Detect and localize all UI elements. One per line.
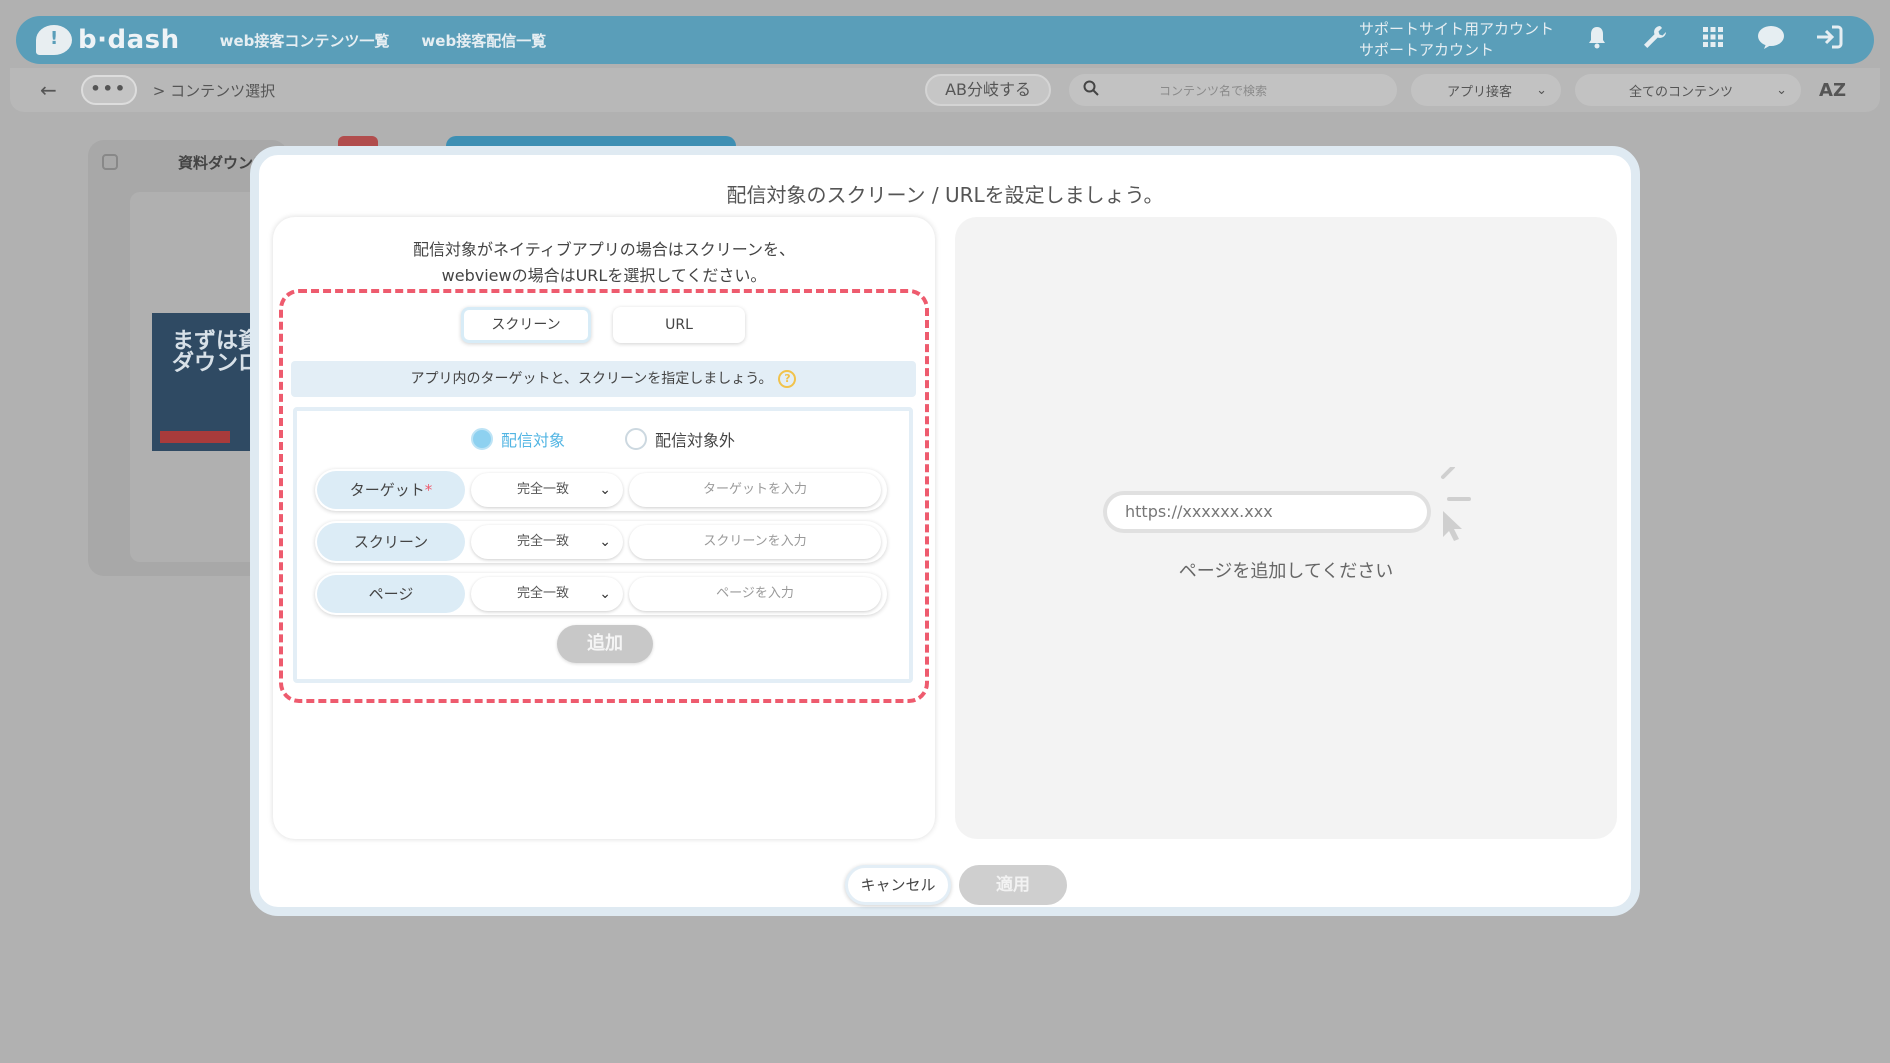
field-label-target: ターゲット* [317,471,465,509]
search-icon [1083,80,1099,101]
delivery-radio-group: 配信対象 配信対象外 [297,427,909,451]
logo[interactable]: b·dash [36,25,180,55]
help-icon[interactable]: ? [778,370,797,388]
screen-match-select[interactable]: 完全一致 ⌄ [471,525,623,559]
nav-web-content-list[interactable]: web接客コンテンツ一覧 [220,30,390,51]
screen-input[interactable]: スクリーンを入力 [629,525,881,559]
logo-text: b·dash [78,25,180,55]
description-line2: webviewの場合はURLを選択してください。 [441,266,767,285]
card-banner-image: まずは資 ダウンロ [152,313,260,451]
tab-screen[interactable]: スクリーン [461,307,591,343]
instruction-text: アプリ内のターゲットと、スクリーンを指定しましょう。 [410,371,773,387]
header-icons [1582,24,1844,57]
instruction-bar: アプリ内のターゲットと、スクリーンを指定しましょう。? [291,361,916,397]
logout-icon[interactable] [1814,24,1844,57]
back-arrow-icon[interactable]: ← [40,78,57,102]
sort-az-button[interactable]: AZ [1819,80,1846,101]
field-row-screen: スクリーン 完全一致 ⌄ スクリーンを入力 [315,521,887,563]
card-checkbox[interactable] [102,154,118,170]
target-match-value: 完全一致 [517,482,570,497]
radio-selected-icon [470,428,493,450]
tab-url[interactable]: URL [613,307,745,343]
page-match-value: 完全一致 [517,586,570,601]
account-line1: サポートサイト用アカウント [1358,20,1554,38]
banner-button [160,431,230,443]
account-info[interactable]: サポートサイト用アカウント サポートアカウント [1359,19,1554,61]
radio-deliver-target-label: 配信対象 [500,431,565,450]
radio-exclude-target[interactable]: 配信対象外 [625,427,735,451]
screen-match-value: 完全一致 [517,534,570,549]
cancel-button[interactable]: キャンセル [845,865,951,905]
search-input[interactable]: コンテンツ名で検索 [1069,74,1398,106]
url-preview-pill: https://xxxxxx.xxx [1103,491,1431,533]
content-filter-select[interactable]: 全てのコンテンツ ⌄ [1575,74,1802,106]
field-label-page: ページ [317,575,465,613]
more-button[interactable]: ••• [80,75,137,105]
radio-exclude-target-label: 配信対象外 [655,431,736,450]
screen-url-modal: 配信対象のスクリーン / URLを設定しましょう。 配信対象がネイティブアプリの… [250,146,1640,916]
cursor-click-icon [1441,467,1471,541]
empty-page-message: ページを追加してください [1178,561,1394,582]
chevron-down-icon: ⌄ [599,482,611,498]
page-input[interactable]: ページを入力 [629,577,881,611]
target-match-select[interactable]: 完全一致 ⌄ [471,473,623,507]
add-button[interactable]: 追加 [557,625,653,663]
panel-description: 配信対象がネイティブアプリの場合はスクリーンを、 webviewの場合はURLを… [273,237,935,289]
chevron-down-icon: ⌄ [1536,82,1548,98]
preview-panel: https://xxxxxx.xxx ページを追加してください [955,217,1617,839]
chevron-down-icon: ⌄ [599,534,611,550]
radio-deliver-target[interactable]: 配信対象 [470,427,565,451]
content-filter-select-value: 全てのコンテンツ [1629,84,1734,100]
breadcrumb: > コンテンツ選択 [152,81,276,100]
ab-branch-button[interactable]: AB分岐する [925,74,1052,106]
field-row-target: ターゲット* 完全一致 ⌄ ターゲットを入力 [315,469,887,511]
page-match-select[interactable]: 完全一致 ⌄ [471,577,623,611]
app-type-select-value: アプリ接客 [1447,84,1513,100]
target-input[interactable]: ターゲットを入力 [629,473,881,507]
radio-unselected-icon [625,428,647,450]
chat-icon[interactable] [1756,24,1786,57]
toolbar: ← ••• > コンテンツ選択 AB分岐する コンテンツ名で検索 アプリ接客 ⌄… [10,68,1880,112]
logo-icon [36,25,72,55]
chevron-down-icon: ⌄ [599,586,611,602]
highlight-frame: スクリーン URL アプリ内のターゲットと、スクリーンを指定しましょう。? 配信… [279,289,929,703]
app-header: b·dash web接客コンテンツ一覧 web接客配信一覧 サポートサイト用アカ… [16,16,1874,64]
app-type-select[interactable]: アプリ接客 ⌄ [1411,74,1562,106]
field-label-screen: スクリーン [317,523,465,561]
description-line1: 配信対象がネイティブアプリの場合はスクリーンを、 [413,240,795,259]
banner-text: まずは資 ダウンロ [172,329,261,376]
bell-icon[interactable] [1582,25,1612,56]
field-row-page: ページ 完全一致 ⌄ ページを入力 [315,573,887,615]
chevron-down-icon: ⌄ [1776,82,1788,98]
nav-web-delivery-list[interactable]: web接客配信一覧 [421,30,546,51]
target-settings-panel: 配信対象がネイティブアプリの場合はスクリーンを、 webviewの場合はURLを… [273,217,935,839]
target-form: 配信対象 配信対象外 ターゲット* 完全一致 ⌄ ターゲットを入力 スクリーン 完… [293,407,913,683]
wrench-icon[interactable] [1640,24,1670,57]
search-placeholder: コンテンツ名で検索 [1159,83,1268,98]
account-line2: サポートアカウント [1358,41,1494,59]
required-mark: * [424,481,433,499]
modal-title: 配信対象のスクリーン / URLを設定しましょう。 [726,183,1164,207]
header-nav: web接客コンテンツ一覧 web接客配信一覧 [220,30,547,51]
grid-icon[interactable] [1698,25,1728,55]
apply-button[interactable]: 適用 [959,865,1067,905]
